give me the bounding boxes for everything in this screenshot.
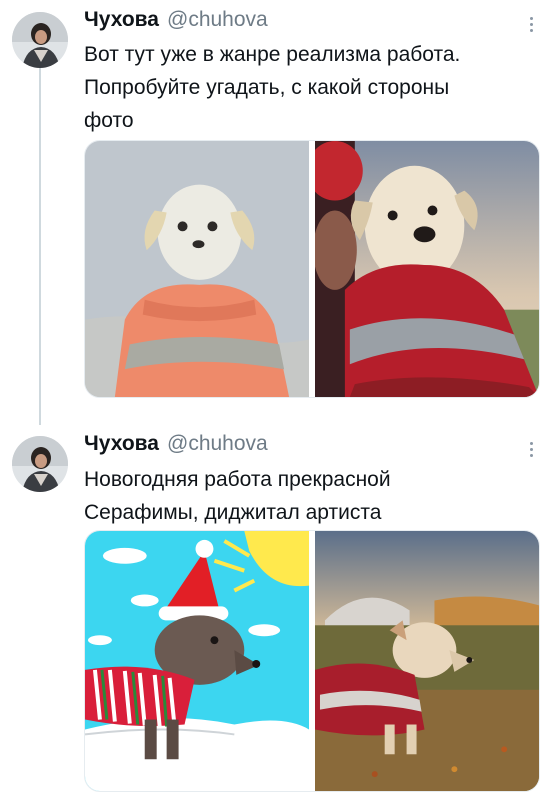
more-vertical-icon[interactable] [522, 437, 540, 461]
avatar-image [12, 12, 68, 68]
tweet[interactable]: Чухова @chuhova Вот тут уже в жанре реал… [0, 0, 554, 410]
avatar-image [12, 436, 68, 492]
media-image-photo[interactable] [315, 141, 539, 397]
tweet-media-grid [84, 530, 540, 792]
tweet-header: Чухова @chuhova [84, 432, 268, 458]
media-image-photo[interactable] [315, 531, 539, 791]
author-name[interactable]: Чухова [84, 432, 159, 456]
tweet-text: Вот тут уже в жанре реализма работа. Поп… [84, 38, 534, 137]
author-handle[interactable]: @chuhova [167, 432, 268, 456]
media-image-drawing[interactable] [85, 531, 309, 791]
tweet[interactable]: Чухова @chuhova Новогодняя работа прекра… [0, 425, 554, 800]
tweet-media-grid [84, 140, 540, 398]
author-name[interactable]: Чухова [84, 8, 159, 32]
photo-of-dog-in-autumn-field [315, 531, 539, 791]
tweet-text-line: Вот тут уже в жанре реализма работа. [84, 43, 461, 66]
media-image-drawing[interactable] [85, 141, 309, 397]
pencil-drawing-of-dog-in-red-sweater [85, 141, 309, 397]
digital-drawing-of-dog-in-santa-hat [85, 531, 309, 791]
more-vertical-icon[interactable] [522, 12, 540, 36]
tweet-header: Чухова @chuhova [84, 8, 268, 34]
author-handle[interactable]: @chuhova [167, 8, 268, 32]
tweet-text-line: Серафимы, диджитал артиста [84, 501, 382, 524]
tweet-text-line: Попробуйте угадать, с какой стороны [84, 76, 450, 99]
tweet-text-line: фото [84, 109, 134, 132]
avatar[interactable] [12, 12, 68, 68]
photo-of-dog-in-red-sweater [315, 141, 539, 397]
tweet-text: Новогодняя работа прекрасной Серафимы, д… [84, 463, 534, 529]
tweet-text-line: Новогодняя работа прекрасной [84, 468, 391, 491]
avatar[interactable] [12, 436, 68, 492]
